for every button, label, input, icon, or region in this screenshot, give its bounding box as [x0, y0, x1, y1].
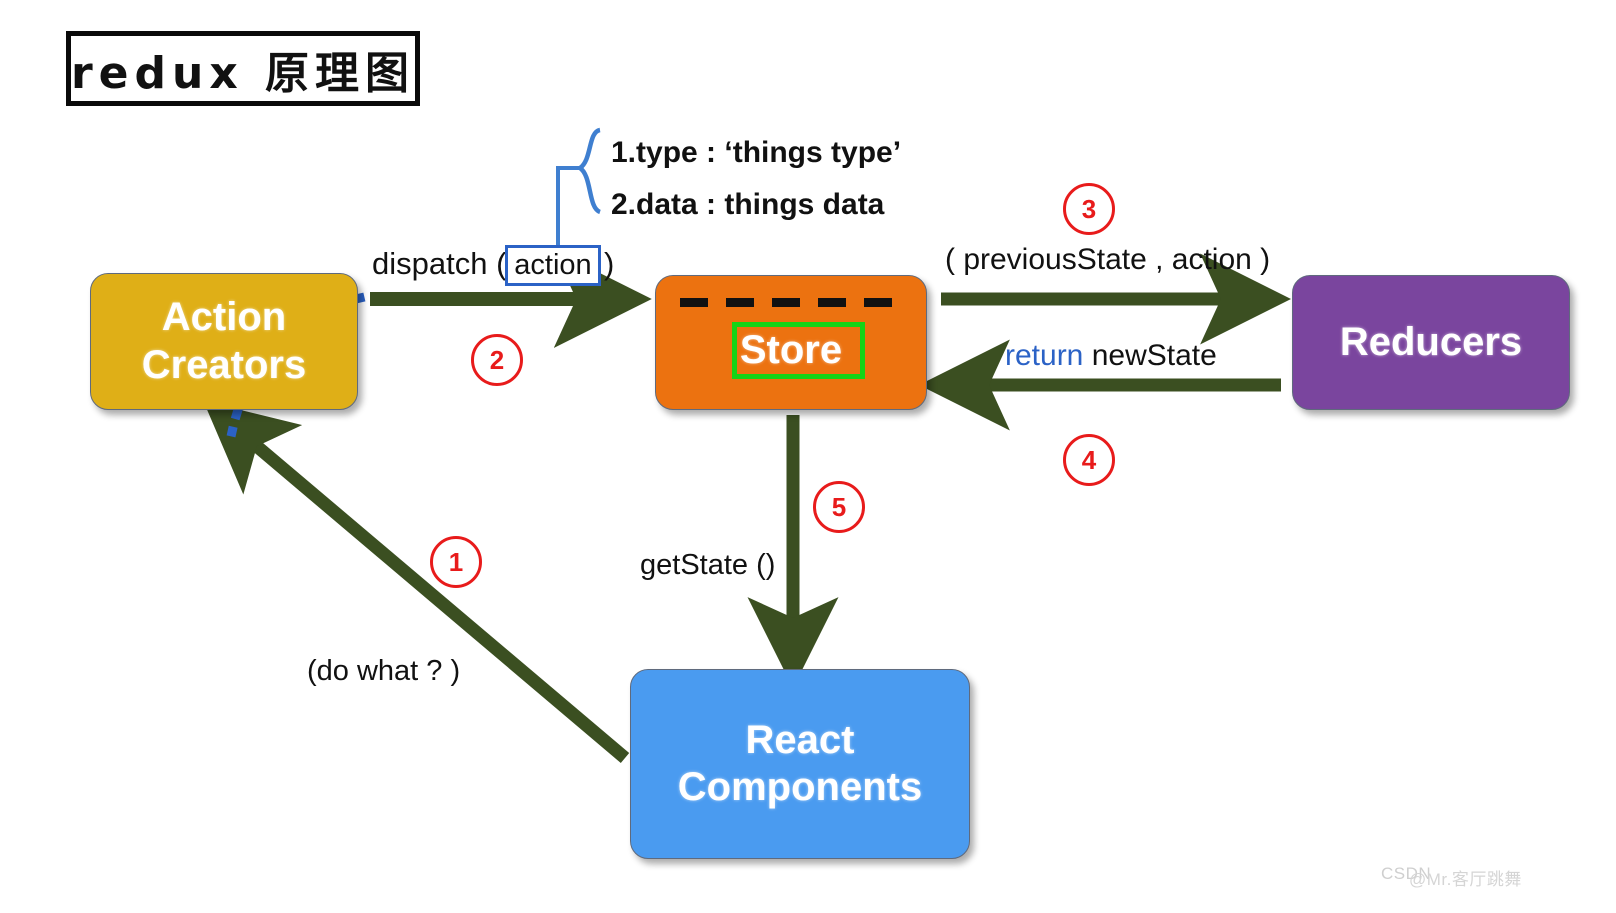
previous-state-label: ( previousState , action ) [945, 243, 1271, 276]
action-brace-stem [556, 166, 580, 247]
reducers-label: Reducers [1339, 319, 1523, 364]
step-badge-1: 1 [430, 536, 482, 588]
action-chip-label: action [514, 249, 592, 281]
do-what-label: (do what ? ) [307, 655, 461, 687]
get-state-label: getState () [640, 549, 776, 581]
step-badge-5: 5 [813, 481, 865, 533]
action-creators-label-line1: Action [161, 295, 287, 340]
page-title-box: redux 原理图 [66, 31, 420, 106]
watermark-text-b: @Mr.客厅跳舞 [1409, 870, 1522, 889]
return-new-state-label: return newState [1005, 339, 1217, 373]
node-action-creators: Action Creators [90, 273, 358, 410]
react-components-label-line1: React [745, 717, 855, 762]
watermark: CSDN @Mr.客厅跳舞 [1381, 864, 1521, 889]
node-reducers: Reducers [1292, 275, 1570, 410]
return-keyword: return [1005, 339, 1084, 372]
arrow-do-what [203, 400, 630, 763]
node-react-components: React Components [630, 669, 970, 859]
node-store: Store [655, 275, 927, 410]
dispatch-label-suffix: ) [604, 246, 615, 281]
action-chip: action [505, 245, 601, 286]
step-badge-3: 3 [1063, 183, 1115, 235]
action-creators-label-line2: Creators [141, 342, 307, 387]
react-components-label-line2: Components [677, 765, 923, 809]
step-badge-4: 4 [1063, 434, 1115, 486]
return-value: newState [1083, 339, 1217, 372]
dispatch-label-prefix: dispatch ( [372, 246, 507, 281]
action-type-label: 1.type : ‘things type’ [611, 136, 902, 169]
store-label: Store [739, 328, 843, 372]
action-brace [575, 127, 602, 215]
store-dashed-line [680, 298, 905, 307]
page-title: redux 原理图 [70, 47, 416, 99]
action-data-label: 2.data : things data [611, 188, 885, 221]
step-badge-2: 2 [471, 334, 523, 386]
